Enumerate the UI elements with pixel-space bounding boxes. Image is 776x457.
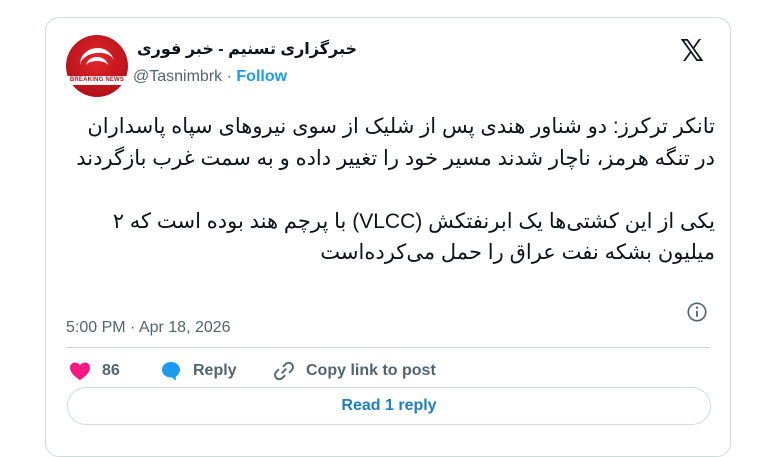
reply-button[interactable]: Reply — [159, 351, 237, 391]
info-icon[interactable] — [686, 301, 708, 323]
copy-link-label: Copy link to post — [306, 362, 436, 379]
author-handle[interactable]: @Tasnimbrk — [133, 68, 222, 85]
author-handle-row: @Tasnimbrk · Follow — [133, 68, 288, 85]
link-icon — [274, 361, 294, 381]
tweet-card: BREAKING NEWS خبرگزاری تسنیم - خبر فوری … — [45, 17, 731, 457]
like-button[interactable]: 86 — [68, 351, 120, 391]
reply-label: Reply — [193, 362, 237, 379]
avatar[interactable]: BREAKING NEWS — [66, 35, 128, 97]
author-name[interactable]: خبرگزاری تسنیم - خبر فوری — [137, 39, 357, 59]
heart-icon — [70, 362, 90, 381]
follow-button[interactable]: Follow — [236, 68, 287, 85]
avatar-ribbon: BREAKING NEWS — [66, 76, 128, 85]
tweet-timestamp[interactable]: 5:00 PM · Apr 18, 2026 — [66, 319, 231, 337]
like-count: 86 — [102, 362, 120, 379]
action-bar: 86 Reply Copy link to post — [66, 351, 716, 391]
tweet-text: تانکر ترکرز: دو شناور هندی پس از شلیک از… — [76, 115, 715, 264]
x-logo-icon[interactable]: 𝕏 — [680, 37, 704, 67]
read-replies-button[interactable]: Read 1 reply — [67, 387, 711, 425]
reply-bubble-icon — [162, 362, 180, 381]
divider — [66, 347, 710, 348]
copy-link-button[interactable]: Copy link to post — [272, 351, 436, 391]
